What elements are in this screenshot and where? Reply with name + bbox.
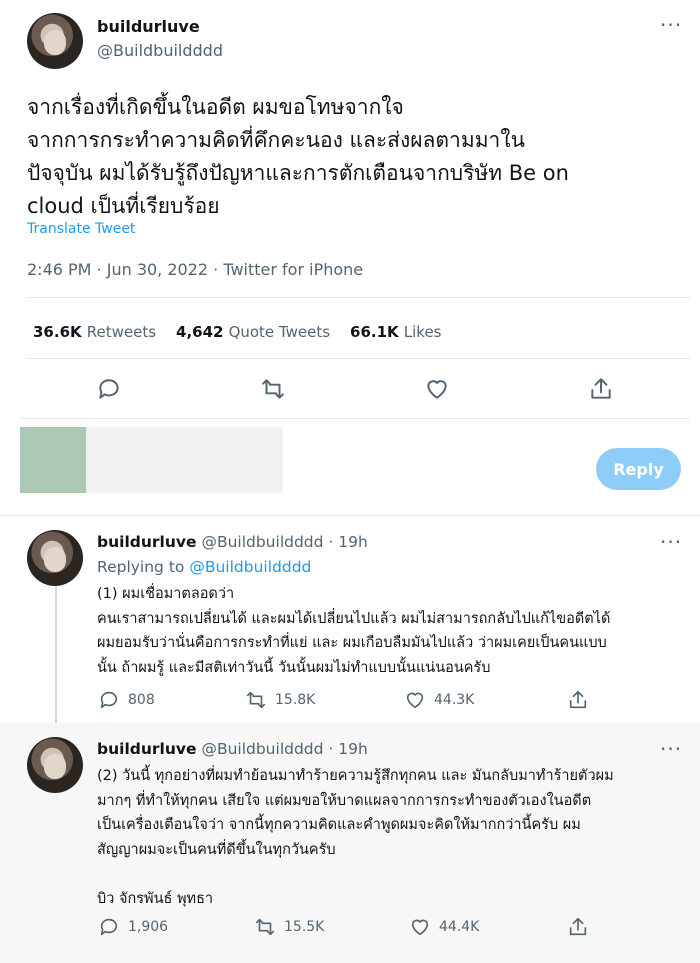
quotes-stat[interactable]: 4,642 Quote Tweets — [176, 322, 330, 341]
like-count: 44.3K — [434, 692, 475, 708]
retweet-count: 15.5K — [284, 919, 325, 935]
likes-count: 66.1K — [350, 323, 399, 341]
display-name[interactable]: buildurluve — [97, 740, 197, 758]
retweet-icon[interactable] — [260, 376, 286, 406]
share-icon[interactable] — [588, 376, 614, 406]
tweet-line: ปัจจุบัน ผมได้รับรู้ถึงปัญหาและการตักเตื… — [27, 161, 569, 185]
divider — [20, 418, 690, 419]
more-icon[interactable]: ··· — [660, 15, 682, 35]
reply-header: buildurluve @Buildbuildddd · 19h — [97, 533, 368, 551]
reply-button[interactable]: Reply — [596, 448, 681, 490]
user-handle[interactable]: @Buildbuildddd — [97, 41, 223, 60]
retweet-count: 15.8K — [275, 692, 316, 708]
like-count: 44.4K — [439, 919, 480, 935]
divider — [0, 515, 700, 516]
retweet-action[interactable]: 15.5K — [254, 916, 324, 938]
translate-tweet-link[interactable]: Translate Tweet — [27, 221, 135, 237]
reply-count: 808 — [128, 692, 155, 708]
reply-action[interactable]: 1,906 — [98, 916, 168, 938]
quotes-count: 4,642 — [176, 323, 224, 341]
reply-icon[interactable] — [96, 376, 122, 406]
like-icon — [406, 692, 424, 709]
retweets-count: 36.6K — [33, 323, 82, 341]
reply-text: (2) วันนี้ ทุกอย่างที่ผมทำย้อนมาทำร้ายคว… — [97, 768, 614, 907]
quotes-label: Quote Tweets — [228, 323, 331, 341]
replying-prefix: Replying to — [97, 558, 185, 576]
tweet-line: จากเรื่องที่เกิดขึ้นในอดีต ผมขอโทษจากใจ — [27, 95, 404, 119]
like-icon — [411, 919, 429, 936]
reply-input[interactable] — [86, 427, 283, 493]
share-icon — [569, 690, 587, 709]
avatar[interactable] — [27, 737, 83, 793]
reply-icon — [100, 918, 118, 936]
tweet-timestamp[interactable]: 2:46 PM · Jun 30, 2022 · Twitter for iPh… — [27, 260, 363, 279]
handle-time[interactable]: @Buildbuildddd · 19h — [201, 533, 367, 551]
handle-time[interactable]: @Buildbuildddd · 19h — [201, 740, 367, 758]
tweet-line: cloud เป็นที่เรียบร้อย — [27, 194, 220, 218]
likes-label: Likes — [403, 323, 442, 341]
likes-stat[interactable]: 66.1K Likes — [350, 322, 441, 341]
share-action[interactable] — [567, 689, 589, 711]
retweet-action[interactable]: 15.8K — [245, 689, 315, 711]
share-action[interactable] — [567, 916, 589, 938]
tweet-text: จากเรื่องที่เกิดขึ้นในอดีต ผมขอโทษจากใจ … — [27, 91, 687, 223]
like-icon[interactable] — [424, 376, 450, 406]
reply-header: buildurluve @Buildbuildddd · 19h — [97, 740, 368, 758]
avatar[interactable] — [27, 13, 83, 69]
replying-to: Replying to @Buildbuildddd — [97, 558, 311, 576]
share-icon — [569, 917, 587, 936]
divider — [27, 358, 690, 359]
retweet-icon — [255, 918, 275, 936]
divider — [27, 297, 690, 298]
like-action[interactable]: 44.3K — [404, 689, 474, 711]
display-name[interactable]: buildurluve — [97, 17, 200, 36]
tweet-stats: 36.6K Retweets 4,642 Quote Tweets 66.1K … — [33, 322, 442, 341]
retweet-icon — [246, 691, 266, 709]
reply-icon — [100, 691, 118, 709]
more-icon[interactable]: ··· — [660, 739, 682, 759]
display-name[interactable]: buildurluve — [97, 533, 197, 551]
retweets-label: Retweets — [86, 323, 157, 341]
reply-action[interactable]: 808 — [98, 689, 155, 711]
more-icon[interactable]: ··· — [660, 532, 682, 552]
composer-avatar-placeholder — [20, 427, 86, 493]
like-action[interactable]: 44.4K — [409, 916, 479, 938]
avatar[interactable] — [27, 530, 83, 586]
thread-connector — [55, 585, 57, 733]
reply-text: (1) ผมเชื่อมาตลอดว่า คนเราสามารถเปลี่ยนไ… — [97, 586, 611, 676]
reply-count: 1,906 — [128, 919, 169, 935]
replying-handle-link[interactable]: @Buildbuildddd — [189, 558, 311, 576]
retweets-stat[interactable]: 36.6K Retweets — [33, 322, 156, 341]
tweet-line: จากการกระทำความคิดที่คึกคะนอง และส่งผลตา… — [27, 128, 525, 152]
